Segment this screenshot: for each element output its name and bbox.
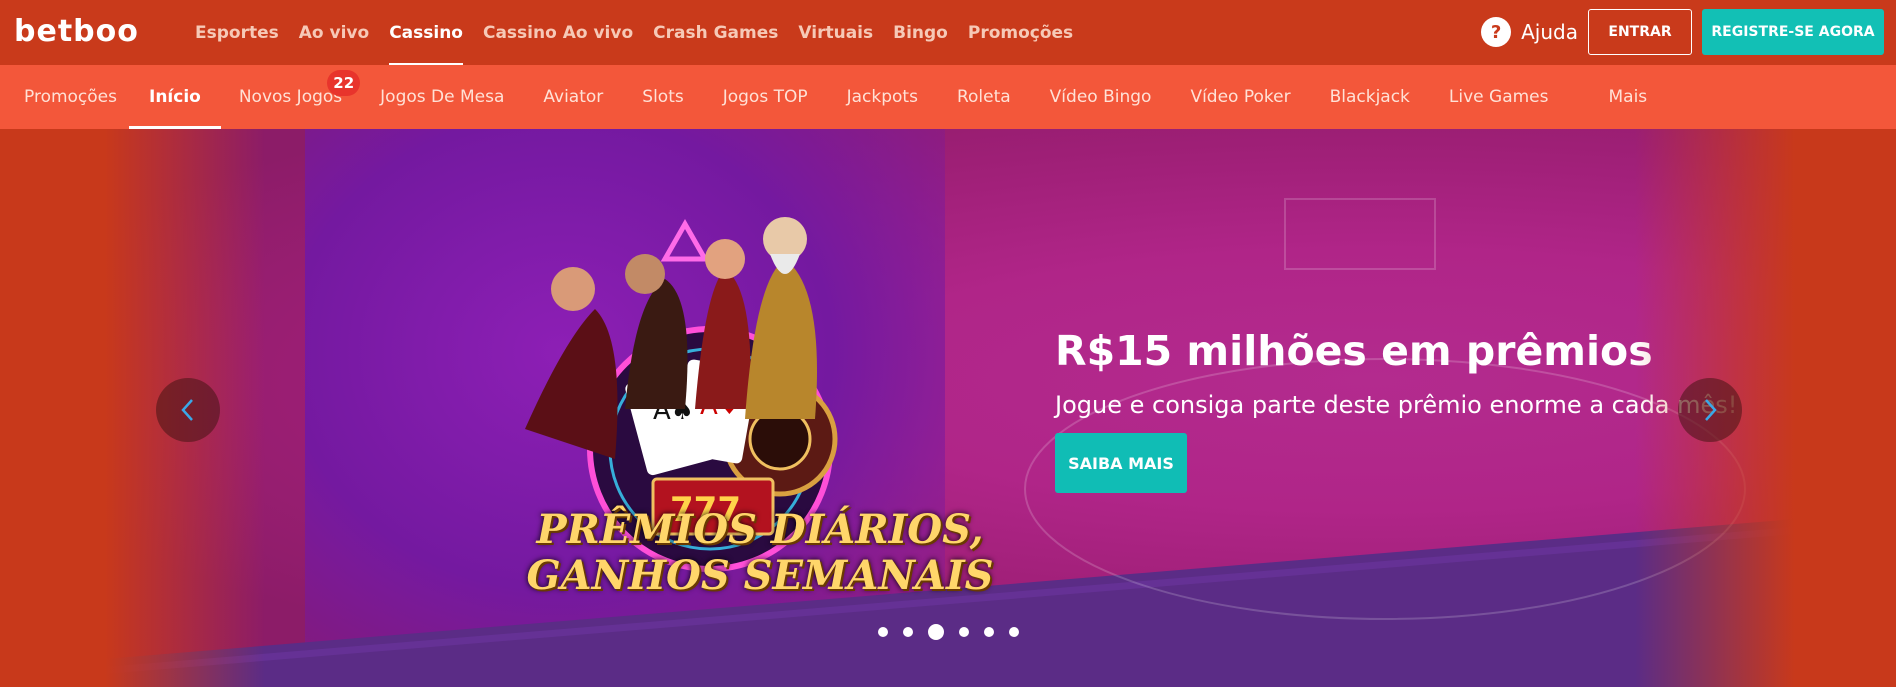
subnav-item-label: Aviator (543, 87, 604, 107)
subnav-list: Promoções Início Novos Jogos 22 Jogos De… (0, 65, 1647, 129)
casino-subnav: Promoções Início Novos Jogos 22 Jogos De… (0, 65, 1896, 129)
subnav-item-label: Promoções (24, 87, 117, 107)
learn-more-button[interactable]: SAIBA MAIS (1055, 433, 1187, 493)
nav-item-label: Promoções (967, 22, 1074, 43)
subnav-item-roleta[interactable]: Roleta (957, 65, 1011, 129)
nav-item-promocoes[interactable]: Promoções (968, 0, 1073, 65)
nav-item-esportes[interactable]: Esportes (195, 0, 279, 65)
top-header: betboo Esportes Ao vivo Cassino Cassino … (0, 0, 1896, 65)
carousel-prev-button[interactable] (156, 378, 220, 442)
nav-item-label: Crash Games (653, 22, 779, 43)
nav-item-crash-games[interactable]: Crash Games (653, 0, 778, 65)
subnav-item-label: Live Games (1448, 87, 1549, 107)
question-icon: ? (1481, 17, 1512, 47)
subnav-item-video-bingo[interactable]: Vídeo Bingo (1050, 65, 1152, 129)
carousel-dot-3-active[interactable] (928, 624, 944, 640)
betboo-logo[interactable]: betboo (14, 14, 139, 49)
carousel-pagination (878, 624, 1034, 640)
nav-item-virtuais[interactable]: Virtuais (798, 0, 873, 65)
subnav-item-label: Vídeo Bingo (1049, 87, 1152, 107)
help-label: Ajuda (1521, 20, 1578, 44)
promo-slide: A♠ A♥ 777 PRÊMIOS DIÁRIOS, GANHOS SEMANA… (105, 129, 1795, 687)
hero-carousel: A♠ A♥ 777 PRÊMIOS DIÁRIOS, GANHOS SEMANA… (0, 129, 1896, 687)
subnav-item-novos-jogos[interactable]: Novos Jogos 22 (238, 65, 361, 129)
carousel-dot-2[interactable] (903, 627, 913, 637)
subnav-item-label: Vídeo Poker (1190, 87, 1291, 107)
nav-item-label: Bingo (893, 22, 948, 43)
nav-item-cassino[interactable]: Cassino (389, 0, 463, 65)
nav-item-cassino-ao-vivo[interactable]: Cassino Ao vivo (483, 0, 633, 65)
nav-item-label: Esportes (195, 22, 279, 43)
subnav-item-mais[interactable]: Mais (1609, 65, 1648, 129)
subnav-item-inicio[interactable]: Início (129, 65, 221, 129)
subnav-item-blackjack[interactable]: Blackjack (1330, 65, 1410, 129)
chevron-left-icon (181, 399, 193, 421)
slide-headline: R$15 milhões em prêmios (1055, 327, 1653, 375)
subnav-item-label: Mais (1608, 87, 1648, 107)
subnav-item-label: Novos Jogos (238, 87, 343, 107)
carousel-dot-4[interactable] (959, 627, 969, 637)
header-actions: ? Ajuda ENTRAR REGISTRE-SE AGORA (1481, 9, 1884, 55)
help-link[interactable]: ? Ajuda (1481, 17, 1578, 47)
main-nav: Esportes Ao vivo Cassino Cassino Ao vivo… (195, 0, 1093, 65)
carousel-dot-5[interactable] (984, 627, 994, 637)
login-button[interactable]: ENTRAR (1588, 9, 1692, 55)
carousel-dot-1[interactable] (878, 627, 888, 637)
nav-item-label: Cassino (389, 22, 463, 43)
chevron-right-icon (1705, 399, 1717, 421)
register-button[interactable]: REGISTRE-SE AGORA (1702, 9, 1884, 55)
nav-item-bingo[interactable]: Bingo (893, 0, 948, 65)
subnav-item-label: Jogos De Mesa (380, 87, 505, 107)
subnav-item-jogos-top[interactable]: Jogos TOP (723, 65, 808, 129)
subnav-item-label: Jogos TOP (722, 87, 808, 107)
subnav-item-label: Jackpots (846, 87, 918, 107)
subnav-item-live-games[interactable]: Live Games (1449, 65, 1549, 129)
subnav-item-jogos-de-mesa[interactable]: Jogos De Mesa (380, 65, 504, 129)
subnav-item-video-poker[interactable]: Vídeo Poker (1190, 65, 1290, 129)
subnav-item-label: Roleta (956, 87, 1011, 107)
subnav-item-label: Slots (642, 87, 684, 107)
subnav-item-label: Blackjack (1329, 87, 1410, 107)
promo-art-line-2: GANHOS SEMANAIS (526, 552, 994, 599)
promo-art-line-1: PRÊMIOS DIÁRIOS, (536, 506, 984, 553)
nav-item-ao-vivo[interactable]: Ao vivo (299, 0, 369, 65)
subnav-item-jackpots[interactable]: Jackpots (847, 65, 918, 129)
carousel-next-button[interactable] (1678, 378, 1742, 442)
nav-item-label: Cassino Ao vivo (482, 22, 634, 43)
subnav-item-aviator[interactable]: Aviator (543, 65, 603, 129)
nav-item-label: Ao vivo (298, 22, 370, 43)
nav-item-label: Virtuais (798, 22, 874, 43)
promo-art-caption: PRÊMIOS DIÁRIOS, GANHOS SEMANAIS (525, 507, 995, 599)
new-games-count-badge: 22 (327, 70, 361, 96)
subnav-item-slots[interactable]: Slots (642, 65, 683, 129)
carousel-dot-6[interactable] (1009, 627, 1019, 637)
subnav-item-promocoes[interactable]: Promoções (24, 65, 117, 129)
subnav-item-label: Início (149, 87, 201, 107)
